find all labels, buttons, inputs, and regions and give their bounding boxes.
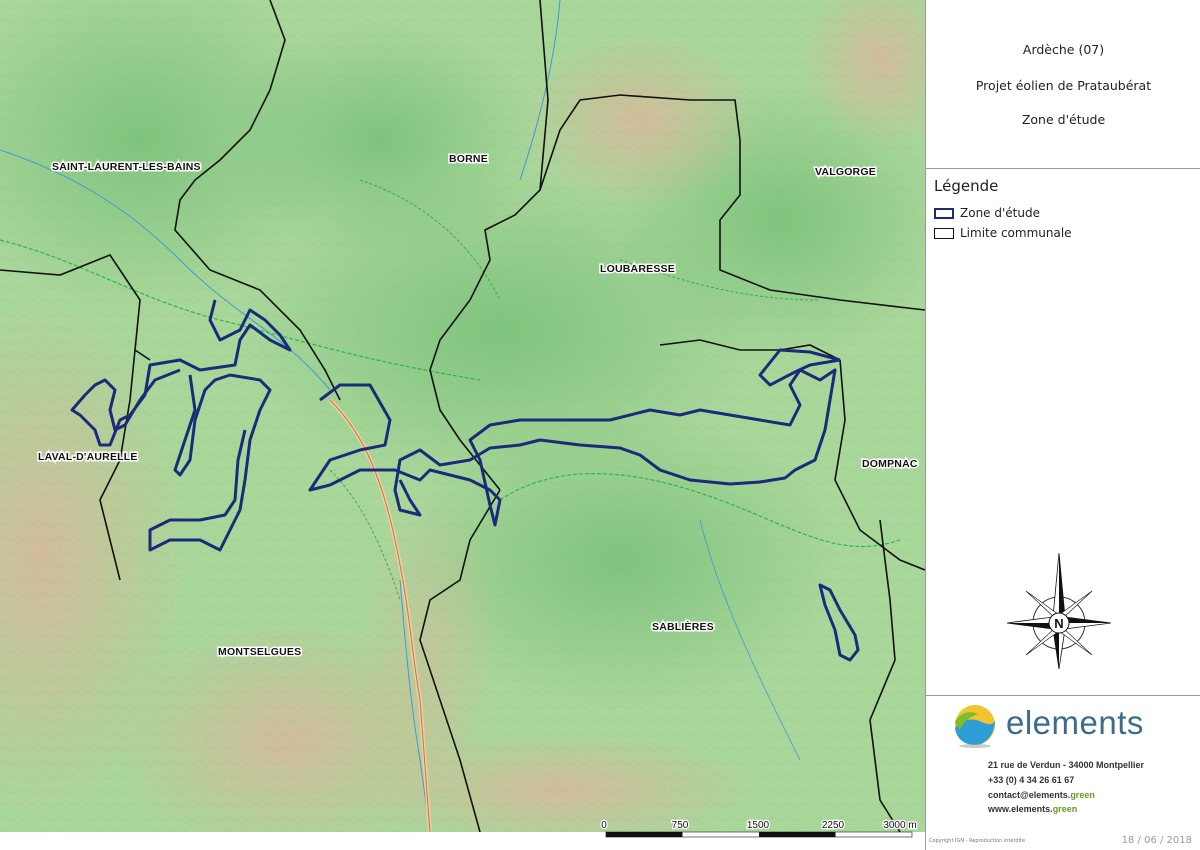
legend-item-limite: Limite communale (934, 225, 1072, 241)
legend-title: Légende (934, 177, 999, 195)
footer: Copyright IGN - Reproduction interdite 1… (925, 832, 1200, 850)
side-panel: Ardèche (07) Projet éolien de Prataubéra… (925, 0, 1200, 850)
company-phone: +33 (0) 4 34 26 61 67 (988, 775, 1075, 785)
commune-montselgues: MONTSELGUES (218, 646, 301, 658)
contour-lines (0, 0, 925, 832)
legend-item-zone: Zone d'étude (934, 205, 1040, 221)
scale-label-1500: 1500 (747, 820, 770, 831)
scale-label-750: 750 (672, 820, 689, 831)
commune-laval-d-aurelle: LAVAL-D'AURELLE (38, 451, 138, 463)
company-email-prefix: contact@elements. (988, 790, 1071, 800)
legend-item-zone-label: Zone d'étude (960, 206, 1040, 220)
company-name: elements (1006, 704, 1144, 741)
map-canvas: SAINT-LAURENT-LES-BAINS BORNE LOUBARESSE… (0, 0, 925, 832)
scale-label-2250: 2250 (822, 820, 845, 831)
company-email-suffix: green (1070, 790, 1095, 800)
company-website[interactable]: www.elements.green (988, 804, 1077, 814)
legend: Légende Zone d'étude Limite communale N (926, 169, 1200, 695)
title-block: Ardèche (07) Projet éolien de Prataubéra… (926, 0, 1200, 169)
commune-sablieres: SABLIÈRES (652, 620, 714, 633)
scale-label-3000: 3000 m (883, 820, 916, 831)
company-email[interactable]: contact@elements.green (988, 790, 1095, 800)
elements-logo-icon (955, 705, 995, 748)
commune-borne: BORNE (449, 153, 488, 165)
title-subject: Zone d'étude (1021, 112, 1106, 127)
compass-north-letter: N (1054, 616, 1063, 631)
company-block: elements 21 rue de Verdun - 34000 Montpe… (926, 695, 1200, 833)
scale-label-0: 0 (601, 820, 607, 831)
zone-swatch-icon (934, 207, 954, 219)
title-department: Ardèche (07) (1022, 42, 1105, 57)
title-project: Projet éolien de Prataubérat (975, 78, 1152, 93)
commune-loubaresse: LOUBARESSE (600, 263, 675, 275)
copyright-note: Copyright IGN - Reproduction interdite (929, 838, 1026, 844)
legend-item-limite-label: Limite communale (960, 226, 1072, 240)
topographic-map[interactable]: SAINT-LAURENT-LES-BAINS BORNE LOUBARESSE… (0, 0, 925, 832)
map-date: 18 / 06 / 2018 (1121, 835, 1192, 846)
compass-rose-icon: N (1004, 551, 1114, 670)
commune-dompnac: DOMPNAC (862, 458, 918, 470)
map-bottom-margin (0, 832, 925, 850)
commune-saint-laurent-les-bains: SAINT-LAURENT-LES-BAINS (52, 161, 201, 173)
commune-valgorge: VALGORGE (815, 166, 876, 178)
company-website-suffix: green (1052, 804, 1078, 814)
company-website-prefix: www.elements. (988, 804, 1053, 814)
company-address: 21 rue de Verdun - 34000 Montpellier (988, 760, 1145, 770)
limite-swatch-icon (934, 227, 954, 239)
